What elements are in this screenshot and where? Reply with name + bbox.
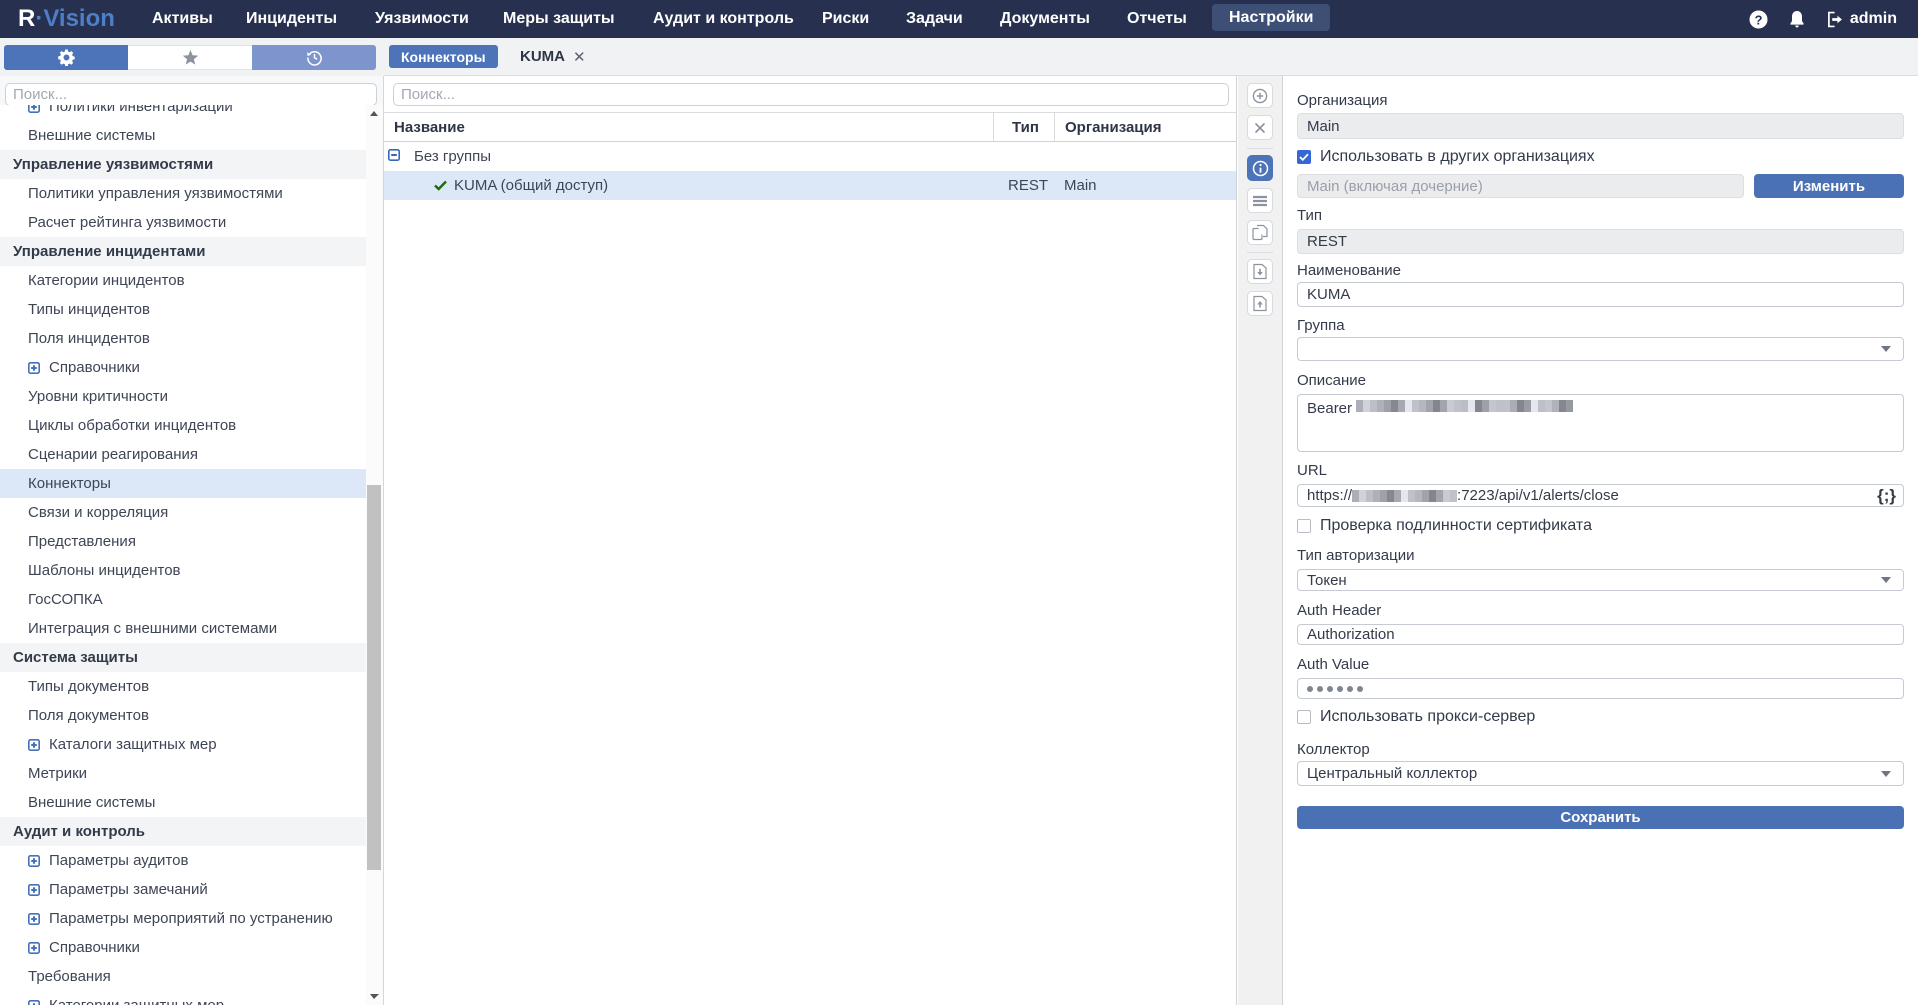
svg-text:?: ? (1754, 12, 1762, 27)
